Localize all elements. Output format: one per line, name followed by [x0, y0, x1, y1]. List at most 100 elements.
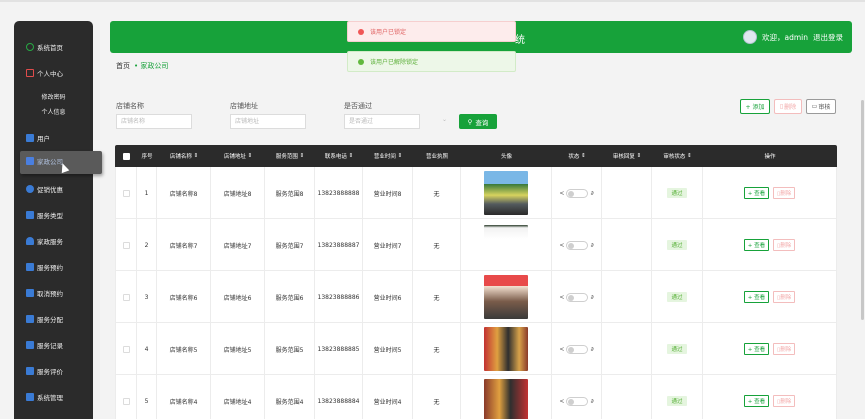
- breadcrumb-home[interactable]: 首页: [116, 61, 130, 71]
- avatar[interactable]: [743, 30, 757, 44]
- cell-img: [461, 167, 552, 219]
- sidebar-sub-password[interactable]: 修改密码: [14, 92, 93, 101]
- sidebar-item-records[interactable]: 服务记录: [14, 338, 93, 352]
- col-status[interactable]: 状态 ⇕: [552, 145, 602, 167]
- store-thumbnail[interactable]: [484, 275, 528, 319]
- cell-name: 店铺名称6: [157, 271, 211, 323]
- vertical-scrollbar[interactable]: [861, 100, 864, 320]
- sort-icon: ⇕: [581, 153, 586, 159]
- sidebar-item-system[interactable]: 系统管理: [14, 390, 93, 404]
- cell-addr: 店铺地址4: [211, 375, 265, 419]
- toggle-knob: [568, 346, 575, 353]
- audit-status-badge: 通过: [667, 292, 687, 302]
- sort-icon: ⇕: [397, 153, 403, 159]
- row-checkbox[interactable]: [122, 189, 130, 197]
- view-button[interactable]: + 查看: [743, 291, 770, 303]
- status-toggle[interactable]: < ∂: [559, 396, 594, 406]
- table-icon: [26, 393, 34, 401]
- view-button[interactable]: + 查看: [743, 343, 770, 355]
- status-toggle[interactable]: < ∂: [559, 240, 594, 250]
- cell-phone: 13823888884: [315, 375, 363, 419]
- toggle-track: [566, 396, 589, 406]
- toggle-track: [566, 344, 589, 354]
- store-thumbnail[interactable]: [484, 171, 528, 215]
- col-license: 营业执照: [425, 154, 448, 160]
- cell-text-no: 2: [144, 241, 149, 249]
- col-audit-status[interactable]: 审核状态 ⇕: [652, 145, 703, 167]
- cell-text-addr: 店铺地址6: [223, 294, 252, 302]
- cell-img: [461, 219, 552, 271]
- col-phone[interactable]: 联系电话 ⇕: [315, 145, 363, 167]
- col-name[interactable]: 店铺名称 ⇕: [157, 145, 211, 167]
- audit-button[interactable]: ▭ 审核: [806, 99, 836, 114]
- unlock-icon: ∂: [590, 293, 594, 301]
- audit-status-badge: 通过: [667, 240, 687, 250]
- delete-row-button[interactable]: ▯删除: [773, 343, 796, 355]
- cell-license: 无: [413, 323, 461, 375]
- audit-status-badge: 通过: [667, 188, 687, 198]
- cell-cb: [115, 219, 137, 271]
- sidebar-item-booking[interactable]: 服务预约: [14, 260, 93, 274]
- delete-row-button[interactable]: ▯删除: [773, 187, 796, 199]
- approved-label: 是否通过: [344, 102, 372, 110]
- sidebar-item-housekeeping[interactable]: 家政服务: [14, 234, 93, 248]
- delete-row-button[interactable]: ▯删除: [773, 395, 796, 407]
- table-header: 序号 店铺名称 ⇕ 店铺地址 ⇕ 服务范围 ⇕ 联系电话 ⇕ 营业时间 ⇕ 营业…: [115, 145, 837, 167]
- cell-text-name: 店铺名称4: [169, 398, 198, 406]
- cell-ops: + 查看 ▯删除: [703, 271, 837, 323]
- sidebar-item-assignment[interactable]: 服务分配: [14, 312, 93, 326]
- store-thumbnail[interactable]: [484, 225, 528, 239]
- lock-icon: <: [559, 345, 565, 353]
- store-thumbnail[interactable]: [484, 327, 528, 371]
- cell-ops: + 查看 ▯删除: [703, 219, 837, 271]
- col-addr[interactable]: 店铺地址 ⇕: [211, 145, 265, 167]
- row-actions: + 查看 ▯删除: [743, 395, 796, 407]
- row-actions: + 查看 ▯删除: [743, 239, 796, 251]
- store-thumbnail[interactable]: [484, 379, 528, 419]
- unlock-icon: ∂: [590, 189, 594, 197]
- sidebar-sub-profile[interactable]: 个人信息: [14, 107, 93, 116]
- status-toggle[interactable]: < ∂: [559, 292, 594, 302]
- store-name-input[interactable]: 店铺名称: [116, 114, 192, 129]
- sidebar-item-users[interactable]: 用户: [14, 131, 93, 145]
- row-checkbox[interactable]: [122, 293, 130, 301]
- sidebar-item-personal[interactable]: 个人中心: [14, 66, 93, 80]
- col-hours[interactable]: 营业时间 ⇕: [363, 145, 413, 167]
- select-all-cell: [115, 145, 137, 167]
- select-all-checkbox[interactable]: [122, 152, 130, 160]
- toggle-track: [566, 240, 589, 250]
- view-button[interactable]: + 查看: [743, 395, 770, 407]
- cell-text-scope: 服务范围6: [275, 294, 304, 302]
- audit-status-badge: 通过: [667, 396, 687, 406]
- logout-link[interactable]: 退出登录: [813, 32, 843, 43]
- query-button[interactable]: ⚲ 查询: [459, 114, 497, 129]
- view-button[interactable]: + 查看: [743, 187, 770, 199]
- status-toggle[interactable]: < ∂: [559, 344, 594, 354]
- row-checkbox[interactable]: [122, 241, 130, 249]
- sort-icon: ⇕: [299, 153, 305, 159]
- sidebar-item-cancel-booking[interactable]: 取消预约: [14, 286, 93, 300]
- row-checkbox[interactable]: [122, 345, 130, 353]
- delete-row-button[interactable]: ▯删除: [773, 239, 796, 251]
- person-icon: [26, 237, 34, 245]
- store-addr-input[interactable]: 店铺地址: [230, 114, 306, 129]
- sidebar-item-home[interactable]: 系统首页: [14, 40, 93, 54]
- toggle-track: [566, 188, 589, 198]
- col-reply[interactable]: 审核回复 ⇕: [602, 145, 652, 167]
- cell-license: 无: [413, 167, 461, 219]
- delete-button[interactable]: ▯ 删除: [774, 99, 802, 114]
- sidebar-item-reviews[interactable]: 服务评价: [14, 364, 93, 378]
- add-button[interactable]: + 添加: [740, 99, 770, 114]
- approved-select[interactable]: 是否通过: [344, 114, 420, 129]
- cell-reply: [602, 219, 652, 271]
- col-scope[interactable]: 服务范围 ⇕: [265, 145, 315, 167]
- row-checkbox[interactable]: [122, 397, 130, 405]
- sidebar-item-service-types[interactable]: 服务类型: [14, 208, 93, 222]
- cell-text-scope: 服务范围8: [275, 190, 304, 198]
- view-button[interactable]: + 查看: [743, 239, 770, 251]
- sidebar-item-promotions[interactable]: 促销优惠: [14, 182, 93, 196]
- sort-icon: ⇕: [636, 153, 642, 159]
- store-name-label: 店铺名称: [116, 102, 144, 110]
- status-toggle[interactable]: < ∂: [559, 188, 594, 198]
- delete-row-button[interactable]: ▯删除: [773, 291, 796, 303]
